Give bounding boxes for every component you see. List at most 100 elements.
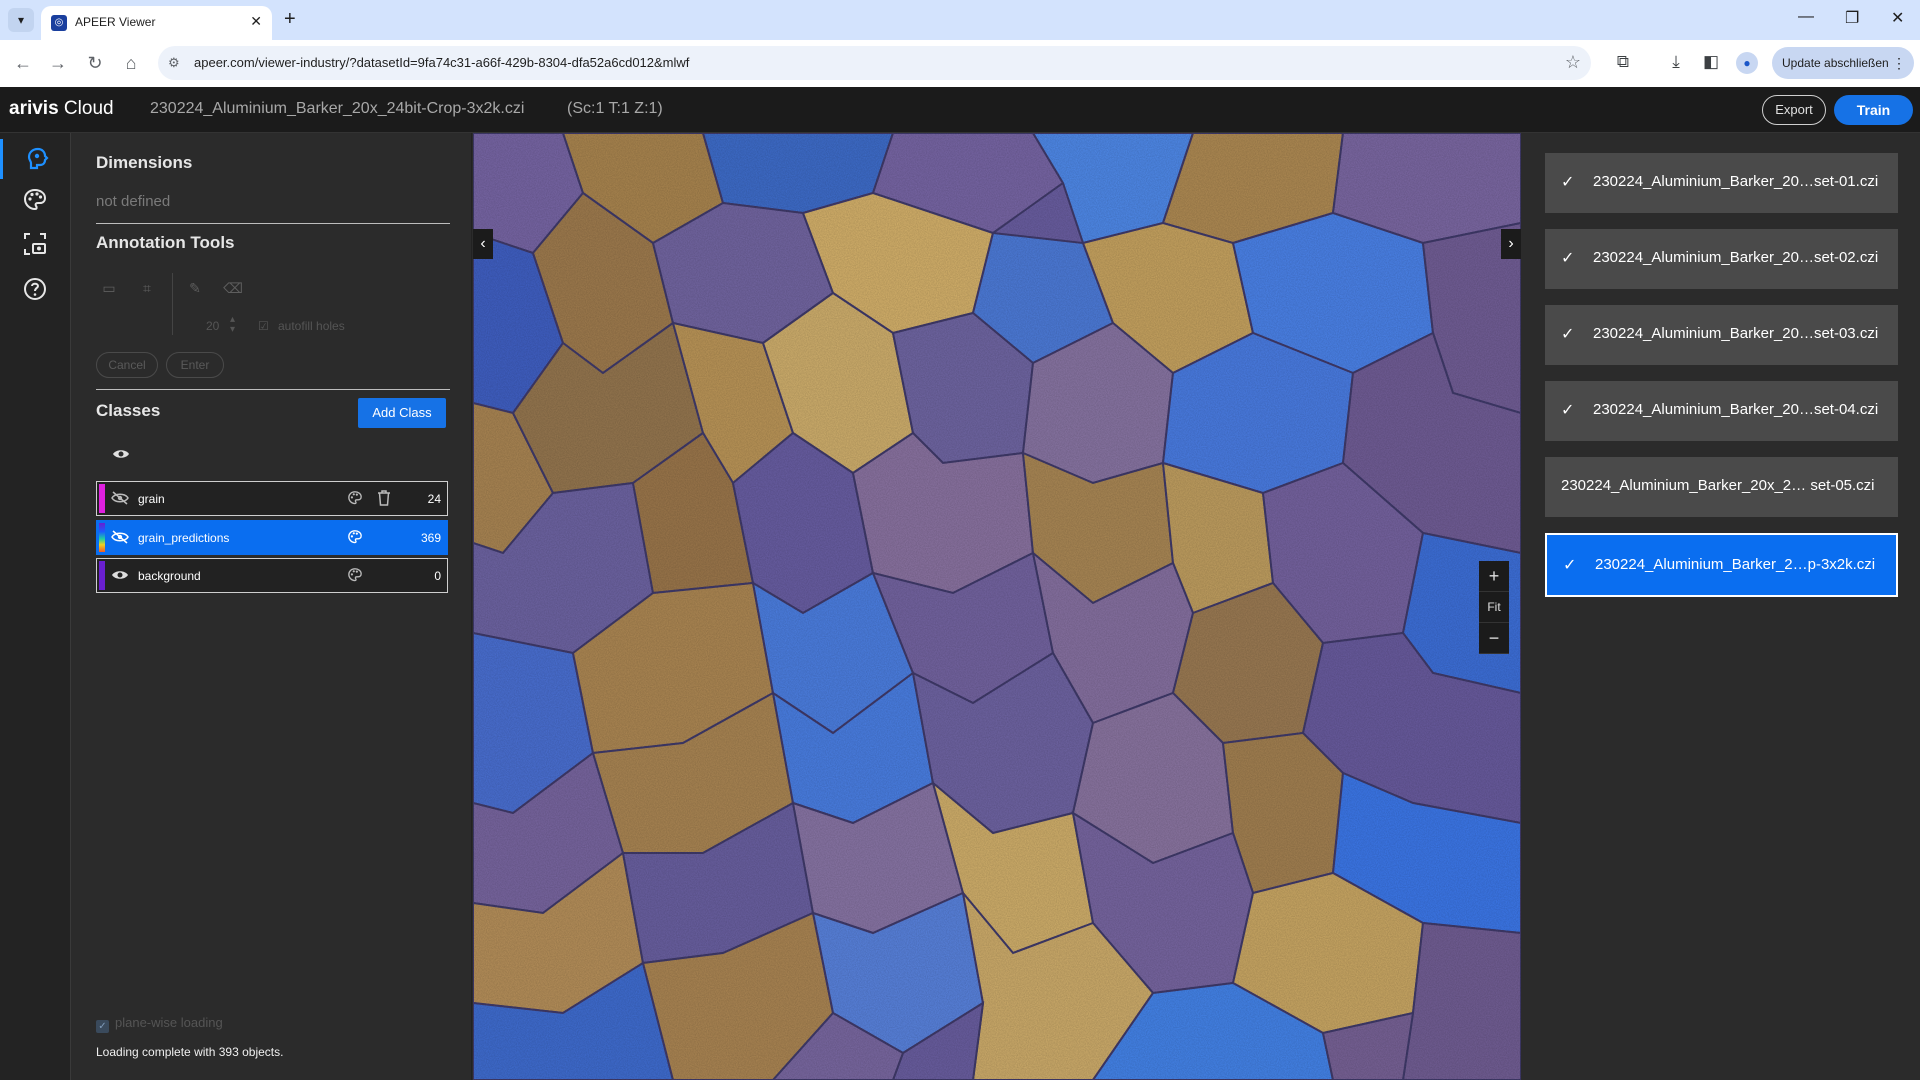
trash-icon[interactable] <box>377 490 391 506</box>
minimize-icon[interactable]: — <box>1798 8 1814 26</box>
class-count: 24 <box>427 492 441 506</box>
url-input[interactable]: ⚙ apeer.com/viewer-industry/?datasetId=9… <box>158 46 1591 80</box>
zoom-fit-button[interactable]: Fit <box>1479 592 1509 623</box>
more-icon[interactable]: ⋮ <box>1892 47 1906 79</box>
download-icon[interactable]: ⤓ <box>1665 52 1687 72</box>
rail-item-camera[interactable] <box>0 224 71 264</box>
class-count: 0 <box>434 569 441 583</box>
browser-tab[interactable]: ◎ APEER Viewer ✕ <box>41 6 272 40</box>
class-name: grain <box>138 492 165 506</box>
class-color-swatch <box>99 561 105 590</box>
class-row-grain[interactable]: grain 24 <box>96 481 448 516</box>
dataset-label: 230224_Aluminium_Barker_20…set-04.czi <box>1593 401 1879 418</box>
class-name: background <box>138 569 201 583</box>
annotation-tools-title: Annotation Tools <box>96 233 235 252</box>
extensions-icon[interactable]: ⧉ <box>1612 52 1634 72</box>
tab-close-icon[interactable]: ✕ <box>250 13 262 30</box>
zoom-out-button[interactable]: − <box>1479 623 1509 654</box>
tool-divider <box>172 273 173 335</box>
plane-wise-label: plane-wise loading <box>115 1015 223 1030</box>
dataset-item[interactable]: ✓ 230224_Aluminium_Barker_20…set-01.czi <box>1545 153 1898 213</box>
dataset-item-selected[interactable]: ✓ 230224_Aluminium_Barker_2…p-3x2k.czi <box>1545 533 1898 597</box>
class-row-background[interactable]: background 0 <box>96 558 448 593</box>
toggle-all-eye-icon[interactable] <box>112 447 130 461</box>
favicon-icon: ◎ <box>51 15 67 31</box>
eye-icon[interactable] <box>111 567 129 583</box>
home-icon[interactable]: ⌂ <box>120 53 142 74</box>
dimensions-readout: (Sc:1 T:1 Z:1) <box>567 100 663 117</box>
icon-rail <box>0 133 71 1080</box>
sidepanel-icon[interactable]: ◧ <box>1700 52 1722 72</box>
export-button[interactable]: Export <box>1762 95 1826 125</box>
palette-icon[interactable] <box>347 490 363 506</box>
add-class-button[interactable]: Add Class <box>358 398 446 428</box>
classes-title: Classes <box>96 401 161 420</box>
loading-status: Loading complete with 393 objects. <box>96 1045 284 1059</box>
browser-tab-bar: ▾ ◎ APEER Viewer ✕ + — ❐ ✕ <box>0 0 1920 40</box>
check-icon[interactable]: ✓ <box>96 1020 109 1033</box>
new-tab-button[interactable]: + <box>284 8 296 30</box>
palette-icon[interactable] <box>347 567 363 583</box>
restore-icon[interactable]: ❐ <box>1845 8 1859 28</box>
browser-address-bar: ← → ↻ ⌂ ⚙ apeer.com/viewer-industry/?dat… <box>0 40 1920 87</box>
back-icon[interactable]: ← <box>12 53 34 74</box>
micrograph-image[interactable] <box>473 133 1521 1080</box>
check-icon: ✓ <box>1561 326 1575 343</box>
dataset-item[interactable]: ✓ 230224_Aluminium_Barker_20…set-03.czi <box>1545 305 1898 365</box>
rail-item-help[interactable] <box>0 269 71 309</box>
brand-rest: Cloud <box>58 98 114 119</box>
reload-icon[interactable]: ↻ <box>84 53 106 74</box>
polygon-tool-icon[interactable]: ⌗ <box>134 275 160 301</box>
rail-item-brain[interactable] <box>0 139 71 179</box>
cancel-button[interactable]: Cancel <box>96 352 158 378</box>
next-image-button[interactable]: › <box>1501 229 1521 259</box>
autofill-label: autofill holes <box>278 319 345 333</box>
class-name: grain_predictions <box>138 531 230 545</box>
eye-off-icon[interactable] <box>111 529 129 545</box>
update-label: Update abschließen <box>1782 56 1889 70</box>
star-icon[interactable]: ☆ <box>1565 52 1581 73</box>
rail-item-palette[interactable] <box>0 180 71 220</box>
brush-size-value[interactable]: 20 <box>206 319 219 333</box>
left-panel: Dimensions not defined Annotation Tools … <box>72 133 472 1080</box>
update-button[interactable]: Update abschließen ⋮ <box>1772 47 1914 79</box>
dimensions-value: not defined <box>96 193 171 210</box>
file-title: 230224_Aluminium_Barker_20x_24bit-Crop-3… <box>150 100 525 117</box>
plane-wise-loading[interactable]: ✓ plane-wise loading <box>96 1015 223 1033</box>
autofill-checkbox[interactable]: ☑ <box>258 319 269 333</box>
class-count: 369 <box>420 531 441 545</box>
tab-search-chevron-down-icon[interactable]: ▾ <box>8 8 34 32</box>
dataset-item[interactable]: ✓ 230224_Aluminium_Barker_20…set-02.czi <box>1545 229 1898 289</box>
dataset-item[interactable]: 230224_Aluminium_Barker_20x_2… set-05.cz… <box>1545 457 1898 517</box>
brush-icon[interactable]: ✎ <box>182 275 208 301</box>
check-icon: ✓ <box>1563 557 1577 574</box>
class-color-swatch <box>99 484 105 513</box>
palette-icon[interactable] <box>347 529 363 545</box>
eye-off-icon[interactable] <box>111 490 129 506</box>
enter-button[interactable]: Enter <box>166 352 224 378</box>
site-info-icon[interactable]: ⚙ <box>168 55 180 71</box>
class-color-swatch <box>99 523 105 552</box>
dataset-item[interactable]: ✓ 230224_Aluminium_Barker_20…set-04.czi <box>1545 381 1898 441</box>
dataset-label: 230224_Aluminium_Barker_20…set-02.czi <box>1593 249 1879 266</box>
camera-icon <box>24 233 46 255</box>
check-icon: ✓ <box>1561 250 1575 267</box>
forward-icon[interactable]: → <box>47 53 69 74</box>
palette-icon <box>23 188 47 211</box>
rect-tool-icon[interactable]: ▭ <box>96 275 122 301</box>
zoom-in-button[interactable]: + <box>1479 561 1509 592</box>
class-row-grain-predictions[interactable]: grain_predictions 369 <box>96 520 448 555</box>
brand-logo[interactable]: arivis Cloud <box>9 98 114 120</box>
window-close-icon[interactable]: ✕ <box>1891 8 1904 28</box>
eraser-icon[interactable]: ⌫ <box>220 275 246 301</box>
tab-title: APEER Viewer <box>75 15 156 29</box>
image-viewer[interactable]: ‹ › + Fit − <box>473 133 1521 1080</box>
check-icon: ✓ <box>1561 174 1575 191</box>
dataset-label: 230224_Aluminium_Barker_20x_2… set-05.cz… <box>1561 477 1875 494</box>
brain-icon <box>27 147 49 170</box>
brand-bold: arivis <box>9 98 59 119</box>
prev-image-button[interactable]: ‹ <box>473 229 493 259</box>
brush-size-stepper[interactable]: ▴ ▾ <box>230 315 235 335</box>
profile-icon[interactable]: ● <box>1736 52 1758 74</box>
train-button[interactable]: Train <box>1834 95 1913 125</box>
